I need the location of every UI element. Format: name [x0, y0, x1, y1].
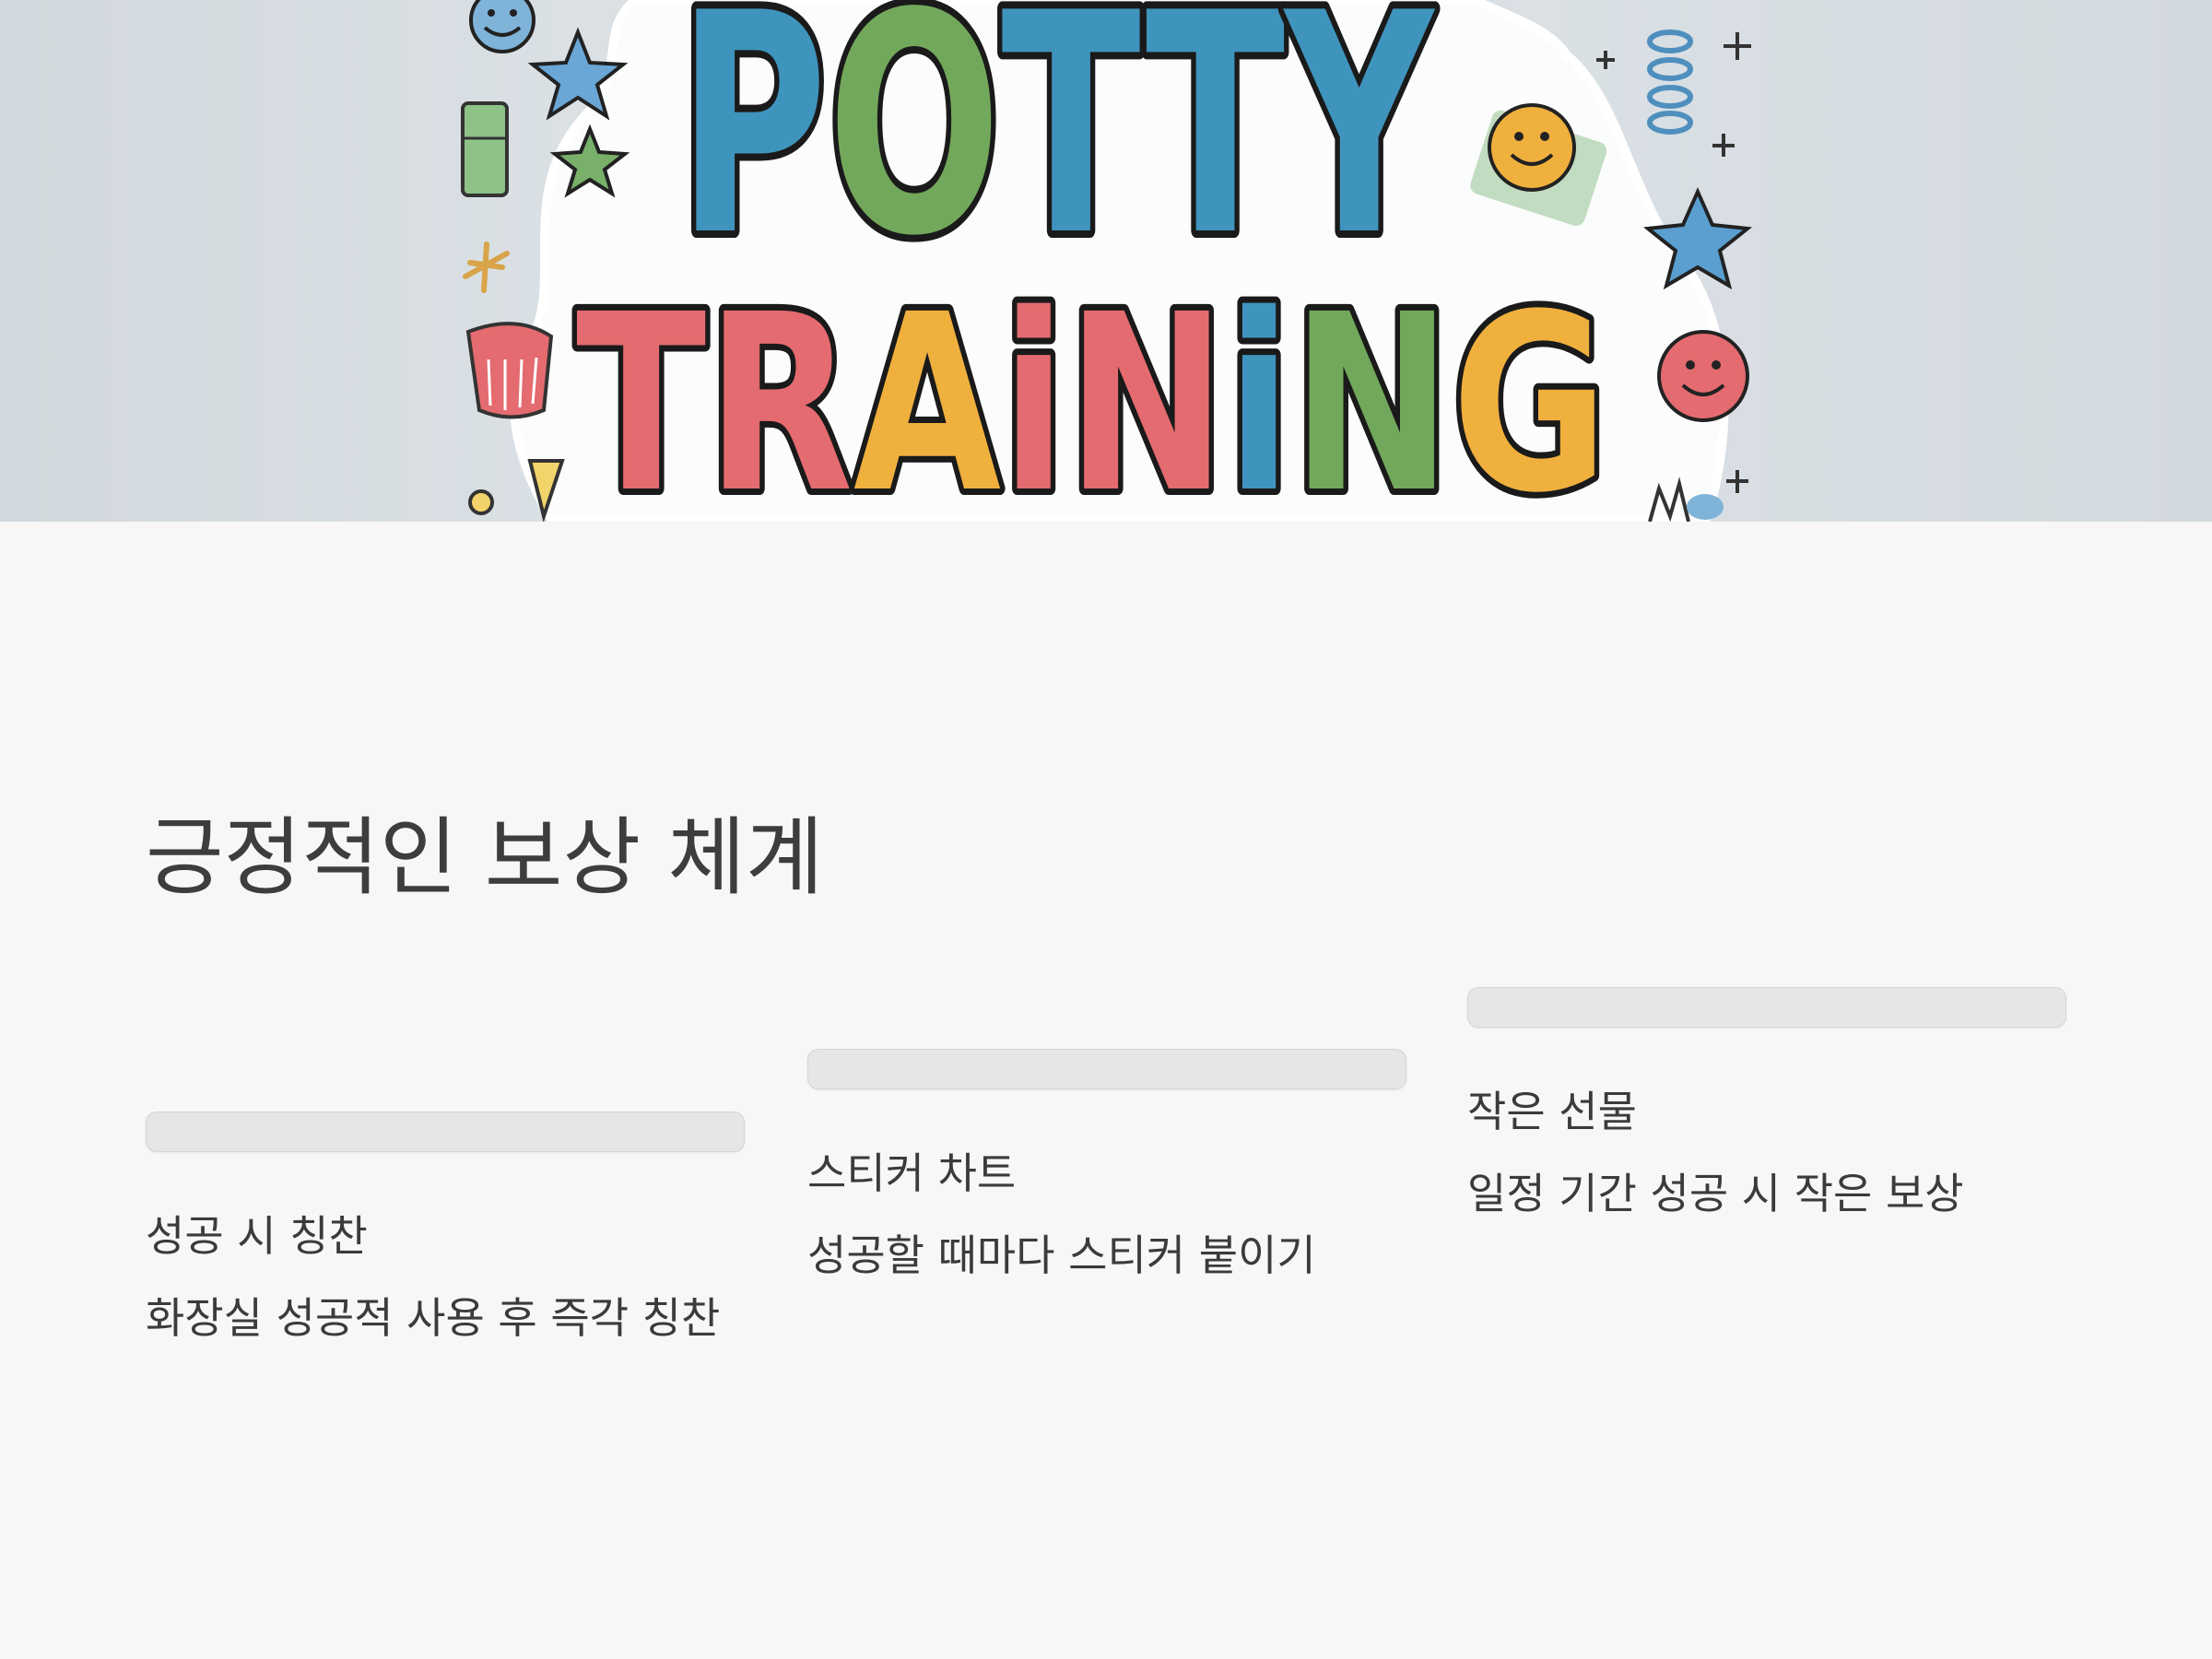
card-description: 화장실 성공적 사용 후 즉각 칭찬 [146, 1293, 721, 1344]
reward-card-small-gift: 작은 선물 일정 기간 성공 시 작은 보상 [1467, 987, 2066, 1219]
card-bar [1467, 987, 2066, 1028]
cup-icon [461, 101, 509, 197]
card-description: 일정 기간 성공 시 작은 보상 [1467, 1169, 1964, 1219]
hero-letter: T [1146, 0, 1287, 302]
card-bar [807, 1049, 1406, 1089]
slide-title: 긍정적인 보상 체계 [146, 808, 824, 907]
hero-letter: R [706, 263, 853, 522]
cone-icon [468, 459, 565, 522]
hero-image: POTTY TRAiNiNG [0, 0, 2212, 522]
hero-letter: N [1292, 263, 1452, 522]
hero-letter: P [677, 0, 828, 302]
hero-line2-text: TRAiNiNG [576, 263, 1608, 522]
hero-line1-text: POTTY [677, 0, 1435, 302]
hero-letter: T [576, 263, 707, 522]
reward-card-praise: 성공 시 칭찬 화장실 성공적 사용 후 즉각 칭찬 [146, 1112, 745, 1344]
smiley-icon [1657, 330, 1749, 422]
hero-letter: i [1227, 263, 1292, 522]
hero-letter: i [1001, 263, 1066, 522]
hero-letter: O [828, 0, 1002, 302]
card-heading: 스티커 차트 [807, 1148, 1017, 1198]
potty-training-illustration: POTTY TRAiNiNG [461, 0, 1753, 522]
card-heading: 성공 시 칭찬 [146, 1211, 368, 1261]
sparkle-icon [463, 241, 510, 293]
hero-letter: G [1452, 263, 1608, 522]
card-heading: 작은 선물 [1467, 1087, 1637, 1136]
basket-icon [465, 322, 554, 419]
smiley-icon [469, 0, 535, 53]
card-description: 성공할 때마다 스티커 붙이기 [807, 1230, 1316, 1281]
card-bar [146, 1112, 745, 1152]
hero-letter: N [1066, 263, 1226, 522]
spring-icon [1647, 29, 1693, 135]
reward-card-sticker-chart: 스티커 차트 성공할 때마다 스티커 붙이기 [807, 1049, 1406, 1281]
hero-letter: A [853, 263, 1003, 522]
hero-letter: T [1001, 0, 1146, 302]
hero-letter: Y [1282, 0, 1435, 302]
